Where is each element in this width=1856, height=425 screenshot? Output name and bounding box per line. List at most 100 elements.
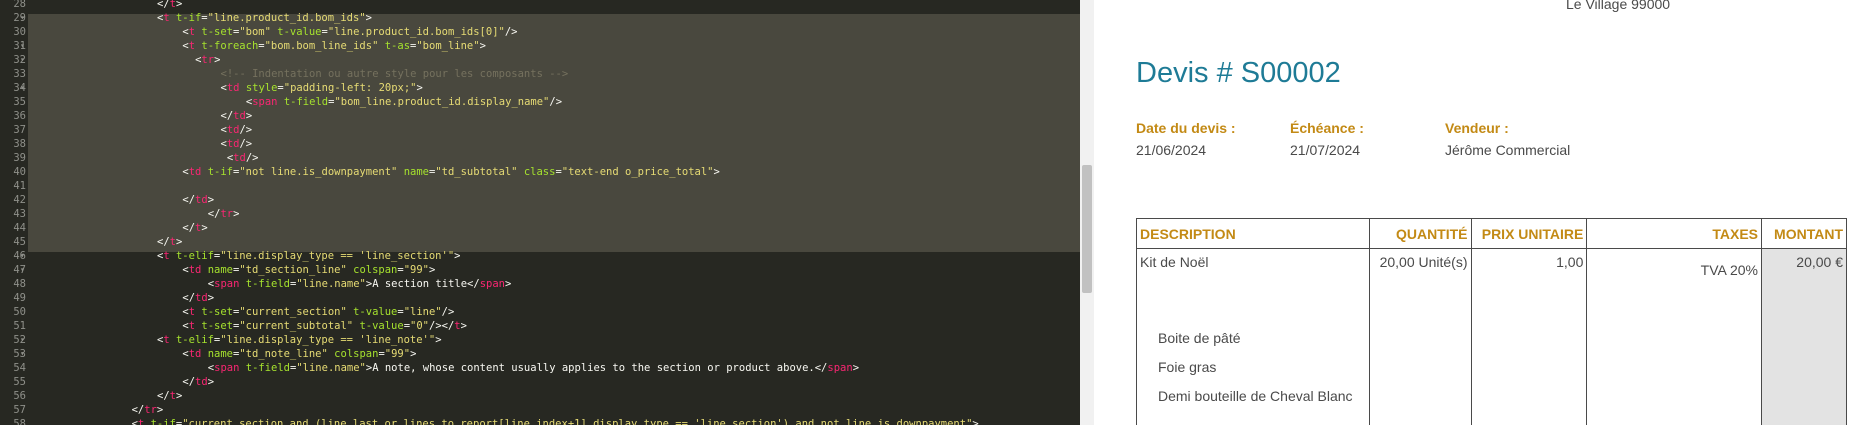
table-row: Kit de Noël Boite de pâté Foie gras Demi… [1136,248,1847,425]
code-text: <td/> [226,152,259,164]
order-lines-table: DESCRIPTION QUANTITÉ PRIX UNITAIRE TAXES… [1136,218,1847,425]
code-text: </td> [182,194,215,206]
report-preview: Le Village 99000 Devis # S00002 Date du … [1094,0,1856,425]
code-line[interactable]: 57 </tr> [0,403,1080,417]
expiration-label: Échéance : [1290,120,1364,136]
code-text: <span t-field="line.name">A note, whose … [207,362,860,374]
code-text: <t t-foreach="bom.bom_line_ids" t-as="bo… [182,40,486,52]
line-number: 39 [13,152,26,164]
code-line[interactable]: 34 ▾ <td style="padding-left: 20px;"> [0,81,1080,95]
code-line[interactable]: 46 ▾ <t t-elif="line.display_type == 'line… [0,249,1080,263]
line-number: 50 [13,306,26,318]
fold-toggle-icon[interactable]: ▾ [20,249,28,263]
fold-toggle-icon[interactable]: ▾ [20,333,28,347]
code-line[interactable]: 42 </td> [0,193,1080,207]
code-line[interactable]: 31 ▾ <t t-foreach="bom.bom_line_ids" t-as=… [0,39,1080,53]
line-number: 40 [13,166,26,178]
line-number: 28 [13,0,26,10]
fold-toggle-icon[interactable]: ▾ [20,53,28,67]
code-text: <td style="padding-left: 20px;"> [220,82,423,94]
code-line[interactable]: 28 </t> [0,0,1080,11]
code-line[interactable]: 41 [0,179,1080,193]
salesperson-label: Vendeur : [1445,120,1509,136]
component-item: Foie gras [1158,359,1217,375]
code-line[interactable]: 30 <t t-set="bom" t-value="line.product_i… [0,25,1080,39]
code-text: <t t-elif="line.display_type == 'line_no… [157,334,442,346]
code-text: </tr> [207,208,240,220]
code-text: </td> [220,110,253,122]
code-line[interactable]: 36 </td> [0,109,1080,123]
code-line[interactable]: 50 <t t-set="current_section" t-value="li… [0,305,1080,319]
code-line[interactable]: 38 <td/> [0,137,1080,151]
line-number: 42 [13,194,26,206]
code-line[interactable]: 55 </td> [0,375,1080,389]
code-text: <td name="td_note_line" colspan="99"> [182,348,417,360]
code-line[interactable]: 52 ▾ <t t-elif="line.display_type == 'line… [0,333,1080,347]
code-text: </t> [157,236,183,248]
code-line[interactable]: 45 </t> [0,235,1080,249]
line-number: 54 [13,362,26,374]
fold-toggle-icon[interactable]: ▾ [20,11,28,25]
code-line[interactable]: 43 </tr> [0,207,1080,221]
fold-toggle-icon[interactable]: ▾ [20,347,28,361]
cell-quantity: 20,00 Unité(s) [1368,248,1472,425]
fold-toggle-icon[interactable]: ▾ [20,263,28,277]
component-item: Demi bouteille de Cheval Blanc [1158,388,1353,404]
code-line[interactable]: 29 ▾ <t t-if="line.product_id.bom_ids"> [0,11,1080,25]
code-text: <t t-set="current_section" t-value="line… [182,306,455,318]
code-line[interactable]: 37 <td/> [0,123,1080,137]
document-title: Devis # S00002 [1136,57,1341,89]
fold-toggle-icon[interactable]: ▾ [20,81,28,95]
tax-value: TVA 20% [1700,262,1758,278]
line-number: 44 [13,222,26,234]
code-text: </t> [182,222,208,234]
code-line[interactable]: 44 </t> [0,221,1080,235]
code-line[interactable]: 33 <!-- Indentation ou autre style pour l… [0,67,1080,81]
code-text: </t> [157,390,183,402]
code-text: <!-- Indentation ou autre style pour les… [220,68,569,80]
code-text: <t t-if="line.product_id.bom_ids"> [157,12,372,24]
code-line[interactable]: 48 <span t-field="line.name">A section ti… [0,277,1080,291]
code-editor[interactable]: 28 </t> 29 ▾ <t t-if="line.product_id.bom_id… [0,0,1080,425]
line-number: 48 [13,278,26,290]
quote-date-label: Date du devis : [1136,120,1236,136]
line-number: 58 [13,418,26,425]
table-header-row: DESCRIPTION QUANTITÉ PRIX UNITAIRE TAXES… [1136,218,1847,249]
line-number: 49 [13,292,26,304]
code-line[interactable]: 49 </td> [0,291,1080,305]
line-number: 41 [13,180,26,192]
fold-toggle-icon[interactable]: ▾ [20,39,28,53]
line-number: 57 [13,404,26,416]
code-text: <tr> [195,54,221,66]
code-text: <t t-elif="line.display_type == 'line_se… [157,250,461,262]
company-address: Le Village 99000 [1566,0,1671,12]
code-line[interactable]: 47 ▾ <td name="td_section_line" colspan="9… [0,263,1080,277]
line-number: 36 [13,110,26,122]
code-text: <t t-set="current_subtotal" t-value="0"/… [182,320,467,332]
code-text: <span t-field="bom_line.product_id.displ… [245,96,563,108]
line-number: 55 [13,376,26,388]
salesperson-value: Jérôme Commercial [1445,142,1571,158]
line-number: 56 [13,390,26,402]
line-number: 33 [13,68,26,80]
cell-amount: 20,00 € [1761,248,1847,425]
product-name: Kit de Noël [1140,254,1209,270]
code-line[interactable]: 58 <t t-if="current_section and (line_las… [0,417,1080,425]
line-number: 51 [13,320,26,332]
code-line[interactable]: 32 ▾ <tr> [0,53,1080,67]
code-text: <t t-if="current_section and (line_last … [131,418,979,425]
header-unit-price: PRIX UNITAIRE [1470,218,1588,249]
line-number: 45 [13,236,26,248]
code-text: </td> [182,292,215,304]
code-line[interactable]: 53 ▾ <td name="td_note_line" colspan="99"> [0,347,1080,361]
code-text: </tr> [131,404,164,416]
editor-scrollbar-thumb[interactable] [1082,165,1092,293]
code-line[interactable]: 54 <span t-field="line.name">A note, whos… [0,361,1080,375]
quote-date-value: 21/06/2024 [1136,142,1207,158]
code-line[interactable]: 39 <td/> [0,151,1080,165]
component-item: Boite de pâté [1158,330,1241,346]
code-line[interactable]: 40 <td t-if="not line.is_downpayment" nam… [0,165,1080,179]
code-line[interactable]: 35 <span t-field="bom_line.product_id.dis… [0,95,1080,109]
code-line[interactable]: 51 <t t-set="current_subtotal" t-value="0… [0,319,1080,333]
code-line[interactable]: 56 </t> [0,389,1080,403]
